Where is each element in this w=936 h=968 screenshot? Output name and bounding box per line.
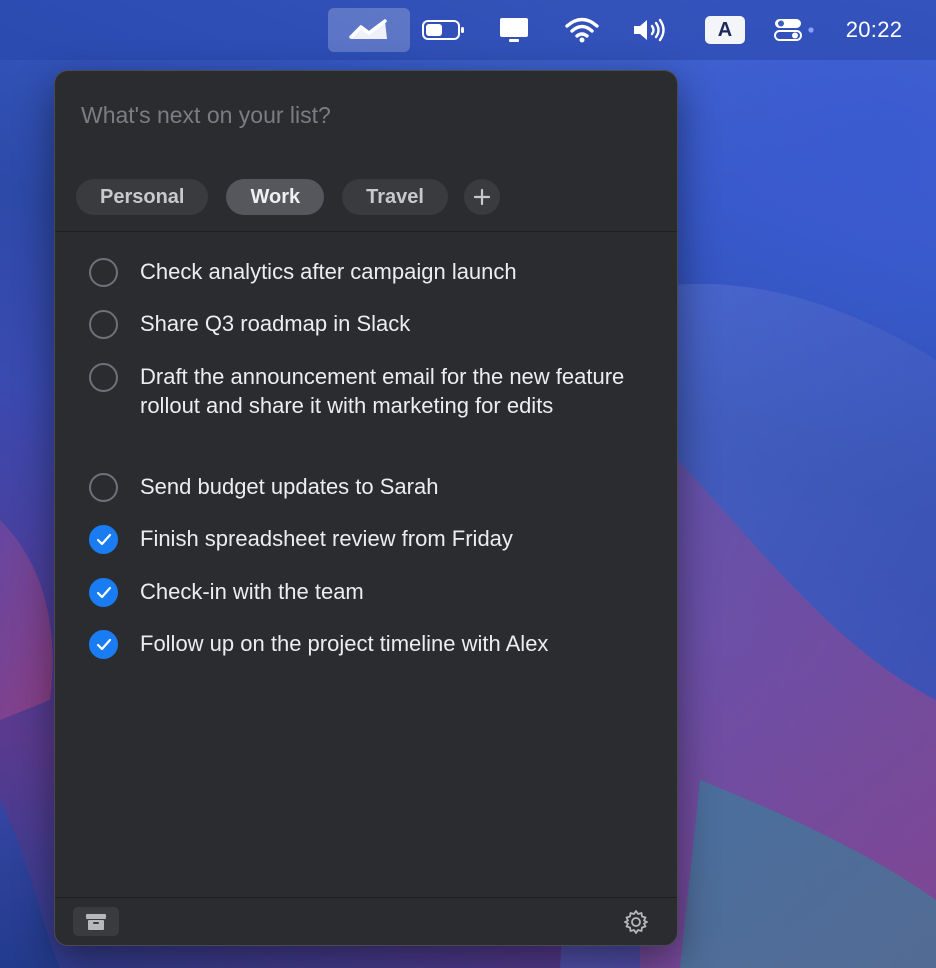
list-item: Follow up on the project timeline with A… xyxy=(89,629,649,659)
add-list-button[interactable] xyxy=(463,179,500,215)
task-text[interactable]: Follow up on the project timeline with A… xyxy=(140,629,645,658)
list-item: Check-in with the team xyxy=(89,577,649,607)
archive-button[interactable] xyxy=(73,907,119,936)
control-center[interactable] xyxy=(768,8,820,52)
task-text[interactable]: Finish spreadsheet review from Friday xyxy=(140,524,645,553)
settings-button[interactable] xyxy=(621,907,651,937)
plus-icon xyxy=(473,188,491,206)
task-text[interactable]: Send budget updates to Sarah xyxy=(140,472,645,501)
wifi-icon xyxy=(565,17,599,43)
control-center-icon xyxy=(774,19,814,41)
list-item: Draft the announcement email for the new… xyxy=(89,362,649,420)
display-icon xyxy=(500,18,528,42)
battery-status[interactable] xyxy=(418,8,470,52)
wifi-status[interactable] xyxy=(560,8,604,52)
keyboard-input-icon: A xyxy=(705,16,745,44)
task-text[interactable]: Check-in with the team xyxy=(140,577,645,606)
task-checkbox[interactable] xyxy=(89,310,118,339)
tab-travel[interactable]: Travel xyxy=(342,179,448,215)
menu-bar: A 20:22 xyxy=(0,0,936,60)
gear-icon xyxy=(624,910,648,934)
task-checkbox[interactable] xyxy=(89,258,118,287)
footer-divider xyxy=(55,897,677,898)
keyboard-input-menu[interactable]: A xyxy=(702,8,748,52)
task-text[interactable]: Check analytics after campaign launch xyxy=(140,257,645,286)
app-menu-extra[interactable] xyxy=(328,8,410,52)
list-item: Share Q3 roadmap in Slack xyxy=(89,309,649,339)
checkmark-icon xyxy=(96,638,111,650)
display-status[interactable] xyxy=(494,8,534,52)
new-task-input[interactable] xyxy=(81,97,641,133)
tab-work[interactable]: Work xyxy=(226,179,325,215)
list-item: Send budget updates to Sarah xyxy=(89,472,649,502)
checkmark-icon xyxy=(96,586,111,598)
task-text[interactable]: Draft the announcement email for the new… xyxy=(140,362,645,420)
task-checkbox[interactable] xyxy=(89,363,118,392)
tab-personal[interactable]: Personal xyxy=(76,179,209,215)
task-checkbox[interactable] xyxy=(89,473,118,502)
divider xyxy=(55,231,677,232)
task-checkbox-checked[interactable] xyxy=(89,525,118,554)
checkmark-icon xyxy=(96,533,111,545)
list-item: Check analytics after campaign launch xyxy=(89,257,649,287)
task-checkbox-checked[interactable] xyxy=(89,630,118,659)
volume-status[interactable] xyxy=(628,8,672,52)
archive-icon xyxy=(86,913,106,930)
battery-icon xyxy=(422,20,464,40)
app-checkmark-icon xyxy=(349,19,387,39)
menu-bar-clock[interactable]: 20:22 xyxy=(836,8,912,52)
new-task-area xyxy=(55,71,677,163)
list-tabs: Personal Work Travel xyxy=(76,179,500,215)
list-item: Finish spreadsheet review from Friday xyxy=(89,524,649,554)
task-checkbox-checked[interactable] xyxy=(89,578,118,607)
todo-popover: Personal Work Travel Check analytics aft… xyxy=(54,70,678,946)
clock-label: 20:22 xyxy=(845,17,903,42)
task-text[interactable]: Share Q3 roadmap in Slack xyxy=(140,309,645,338)
volume-icon xyxy=(634,18,665,42)
